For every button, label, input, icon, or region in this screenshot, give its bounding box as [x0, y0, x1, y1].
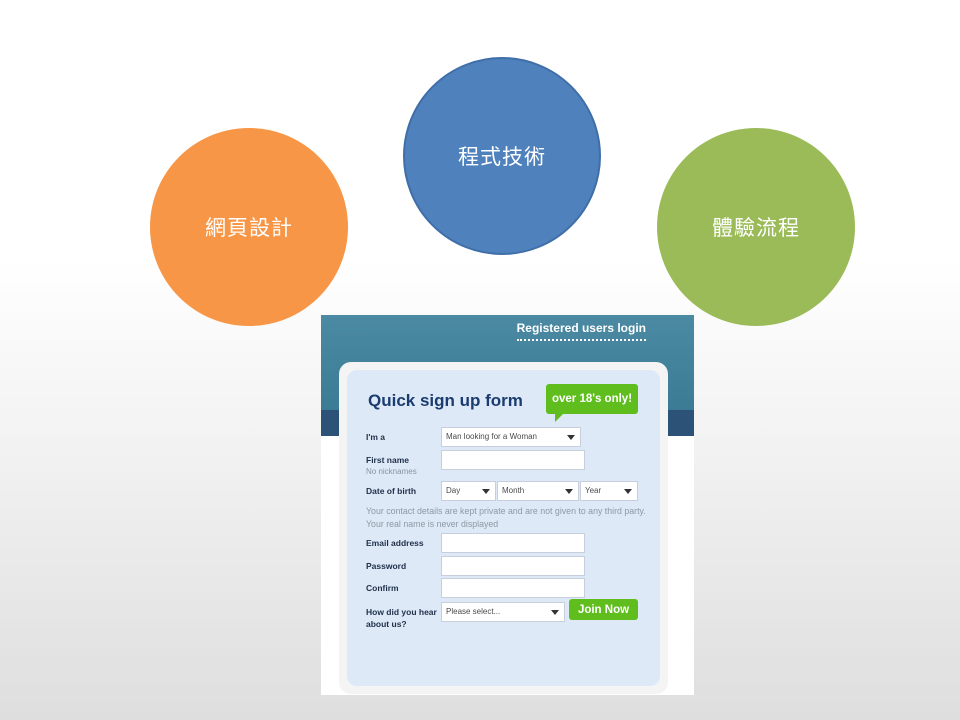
chevron-down-icon: [565, 489, 573, 494]
confirm-label: Confirm: [366, 583, 399, 593]
age-badge: over 18's only!: [546, 384, 638, 414]
hear-label: How did you hear about us?: [366, 607, 437, 629]
signup-form-screenshot: Registered users login Quick sign up for…: [321, 315, 694, 695]
chevron-down-icon: [551, 610, 559, 615]
web-design-label: 網頁設計: [205, 216, 293, 240]
privacy-notice: Your contact details are kept private an…: [366, 506, 646, 529]
iam-label: I'm a: [366, 432, 386, 442]
join-now-button[interactable]: Join Now: [569, 599, 638, 620]
confirm-password-field[interactable]: [441, 578, 585, 598]
experience-flow-circle: 體驗流程: [657, 128, 855, 326]
iam-select[interactable]: Man looking for a Woman: [441, 427, 581, 447]
dob-month-select[interactable]: Month: [497, 481, 579, 501]
firstname-label: First name: [366, 455, 409, 465]
dob-label: Date of birth: [366, 486, 417, 496]
dob-day-select[interactable]: Day: [441, 481, 496, 501]
signup-panel: Quick sign up form over 18's only! I'm a…: [339, 362, 668, 694]
registered-users-login-link[interactable]: Registered users login: [516, 321, 646, 341]
age-badge-tail: [555, 413, 564, 422]
dob-year-value: Year: [585, 486, 602, 495]
experience-flow-label: 體驗流程: [712, 216, 800, 240]
hear-about-value: Please select...: [446, 607, 501, 616]
dob-month-value: Month: [502, 486, 525, 495]
iam-select-value: Man looking for a Woman: [446, 432, 538, 441]
password-label: Password: [366, 561, 407, 571]
web-design-circle: 網頁設計: [150, 128, 348, 326]
hear-about-select[interactable]: Please select...: [441, 602, 565, 622]
chevron-down-icon: [624, 489, 632, 494]
chevron-down-icon: [567, 435, 575, 440]
password-field[interactable]: [441, 556, 585, 576]
email-label: Email address: [366, 538, 424, 548]
chevron-down-icon: [482, 489, 490, 494]
programming-circle: 程式技術: [403, 57, 601, 255]
programming-label: 程式技術: [458, 145, 546, 169]
firstname-field[interactable]: [441, 450, 585, 470]
form-title: Quick sign up form: [368, 391, 523, 410]
dob-day-value: Day: [446, 486, 461, 495]
email-field[interactable]: [441, 533, 585, 553]
signup-panel-inner: Quick sign up form over 18's only! I'm a…: [347, 370, 660, 686]
dob-year-select[interactable]: Year: [580, 481, 638, 501]
firstname-hint: No nicknames: [366, 467, 417, 476]
